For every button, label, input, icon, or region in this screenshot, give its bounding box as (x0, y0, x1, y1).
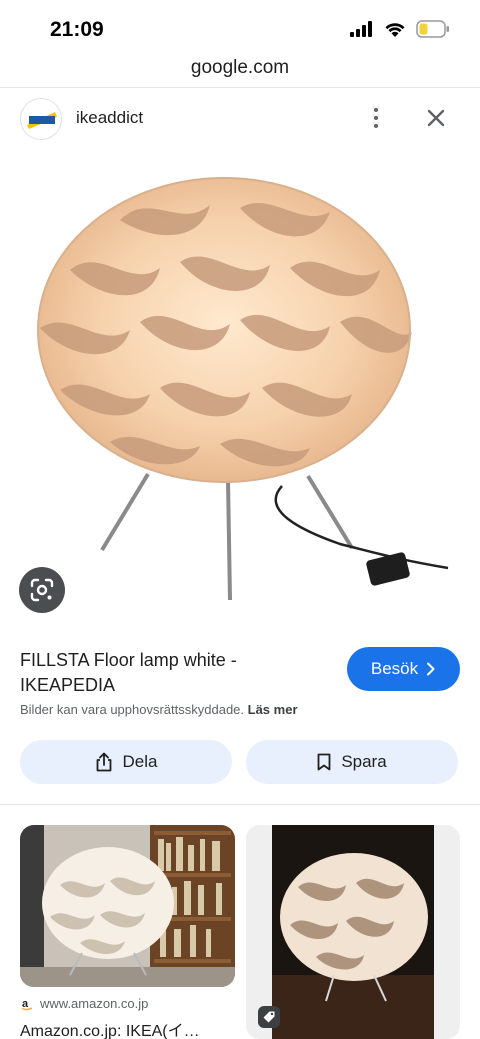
google-lens-icon (30, 578, 54, 602)
more-vert-icon[interactable] (364, 104, 388, 132)
share-icon (96, 752, 111, 772)
share-button[interactable]: Dela (20, 740, 232, 784)
site-logo[interactable] (20, 98, 62, 140)
result-title[interactable]: FILLSTA Floor lamp white - IKEAPEDIA (20, 648, 320, 698)
lamp-image[interactable] (0, 150, 480, 630)
wifi-icon (385, 23, 405, 37)
visit-label: Besök (370, 659, 419, 678)
save-label: Spara (341, 752, 387, 771)
close-icon[interactable] (422, 104, 450, 132)
related-title[interactable]: Amazon.co.jp: IKEA(イ… (20, 1017, 200, 1039)
lamp-in-room-image (20, 825, 235, 987)
svg-text:a: a (22, 998, 29, 1010)
visit-button[interactable]: Besök (347, 647, 460, 691)
divider (0, 804, 480, 805)
save-button[interactable]: Spara (246, 740, 458, 784)
read-more-link[interactable]: Läs mer (248, 702, 298, 717)
tag-icon[interactable] (258, 1006, 280, 1028)
url-text: google.com (190, 57, 290, 78)
chevron-right-icon (427, 662, 435, 676)
status-time: 21:09 (50, 18, 104, 41)
related-source-text: www.amazon.co.jp (40, 996, 149, 1011)
status-icons (350, 20, 450, 38)
address-bar[interactable]: google.com (0, 56, 480, 88)
site-header: ikeaddict (0, 96, 480, 144)
tag-glyph-icon (263, 1011, 275, 1023)
share-label: Dela (122, 752, 158, 771)
copyright-text: Bilder kan vara upphovsrättsskyddade. (20, 702, 245, 717)
site-name[interactable]: ikeaddict (76, 108, 143, 128)
ikeaddict-logo-icon (21, 99, 61, 139)
amazon-icon: a (21, 998, 33, 1010)
signal-icon (350, 21, 372, 37)
related-result-image[interactable] (20, 825, 235, 987)
battery-icon (416, 20, 449, 38)
google-lens-button[interactable] (19, 567, 65, 613)
status-bar: 21:09 (0, 0, 480, 56)
bookmark-icon (317, 753, 331, 771)
related-source[interactable]: a www.amazon.co.jp (20, 996, 148, 1011)
copyright-notice: Bilder kan vara upphovsrättsskyddade. Lä… (20, 702, 298, 717)
